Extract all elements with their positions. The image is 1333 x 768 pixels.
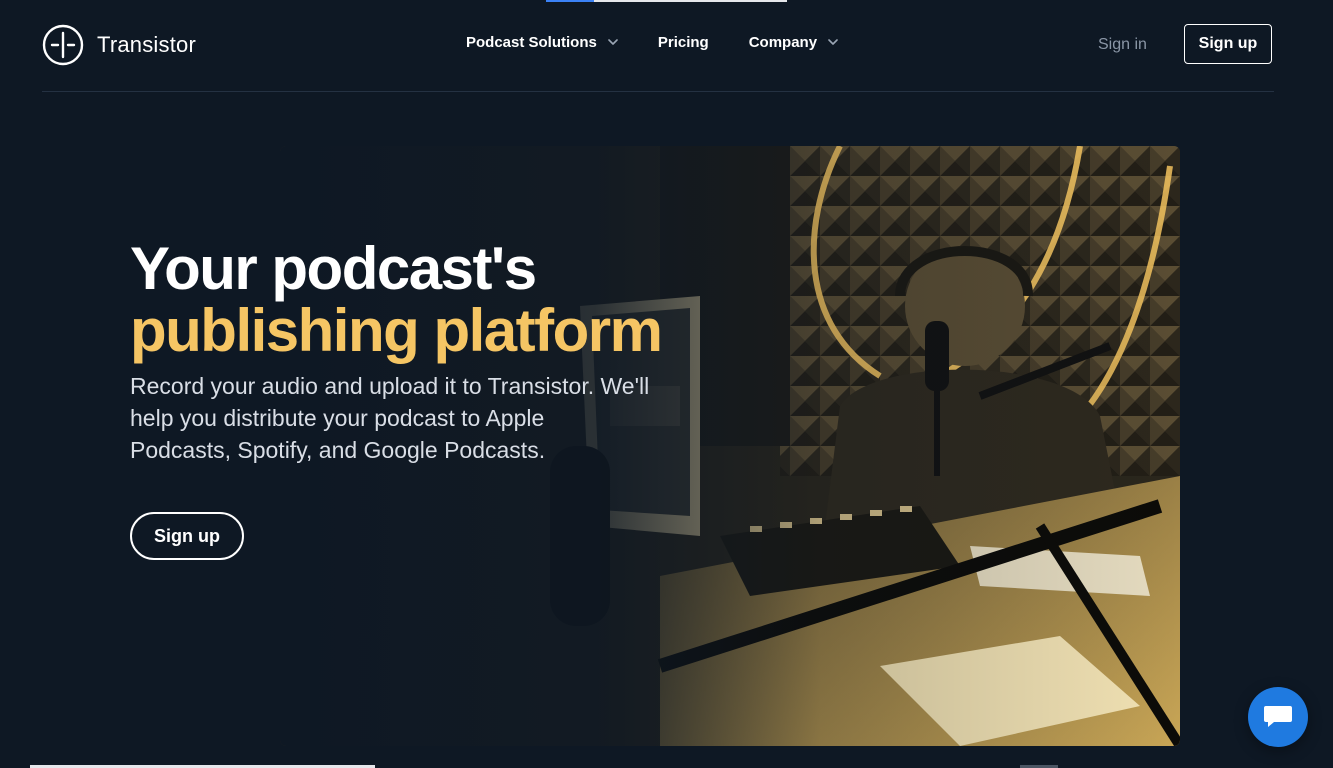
nav-pricing[interactable]: Pricing bbox=[658, 34, 709, 51]
nav-podcast-solutions-label: Podcast Solutions bbox=[466, 34, 597, 51]
nav-company[interactable]: Company bbox=[749, 34, 838, 51]
transistor-logo-icon bbox=[42, 24, 84, 66]
hero-title: Your podcast's publishing platform bbox=[130, 235, 663, 364]
nav-pricing-label: Pricing bbox=[657, 34, 709, 51]
nav-podcast-solutions[interactable]: Podcast Solutions bbox=[466, 34, 618, 51]
chevron-down-icon bbox=[828, 39, 838, 45]
chat-bubble-icon bbox=[1264, 706, 1292, 727]
site-header: Transistor Podcast Solutions Pricing Com… bbox=[42, 0, 1274, 92]
hero-title-line2: publishing platform bbox=[130, 297, 663, 364]
brand-name: Transistor bbox=[97, 32, 196, 57]
chat-launcher[interactable] bbox=[1248, 687, 1308, 747]
sign-up-button[interactable]: Sign up bbox=[1184, 24, 1272, 64]
logo[interactable]: Transistor bbox=[42, 24, 196, 66]
sign-in-link[interactable]: Sign in bbox=[1098, 36, 1147, 54]
main-nav: Podcast Solutions Pricing Company bbox=[466, 34, 878, 51]
hero-subtitle: Record your audio and upload it to Trans… bbox=[130, 373, 650, 463]
chevron-down-icon bbox=[608, 39, 618, 45]
hero-title-line1: Your podcast's bbox=[130, 235, 537, 302]
hero-sign-up-button[interactable]: Sign up bbox=[130, 512, 244, 560]
nav-company-label: Company bbox=[748, 34, 818, 51]
